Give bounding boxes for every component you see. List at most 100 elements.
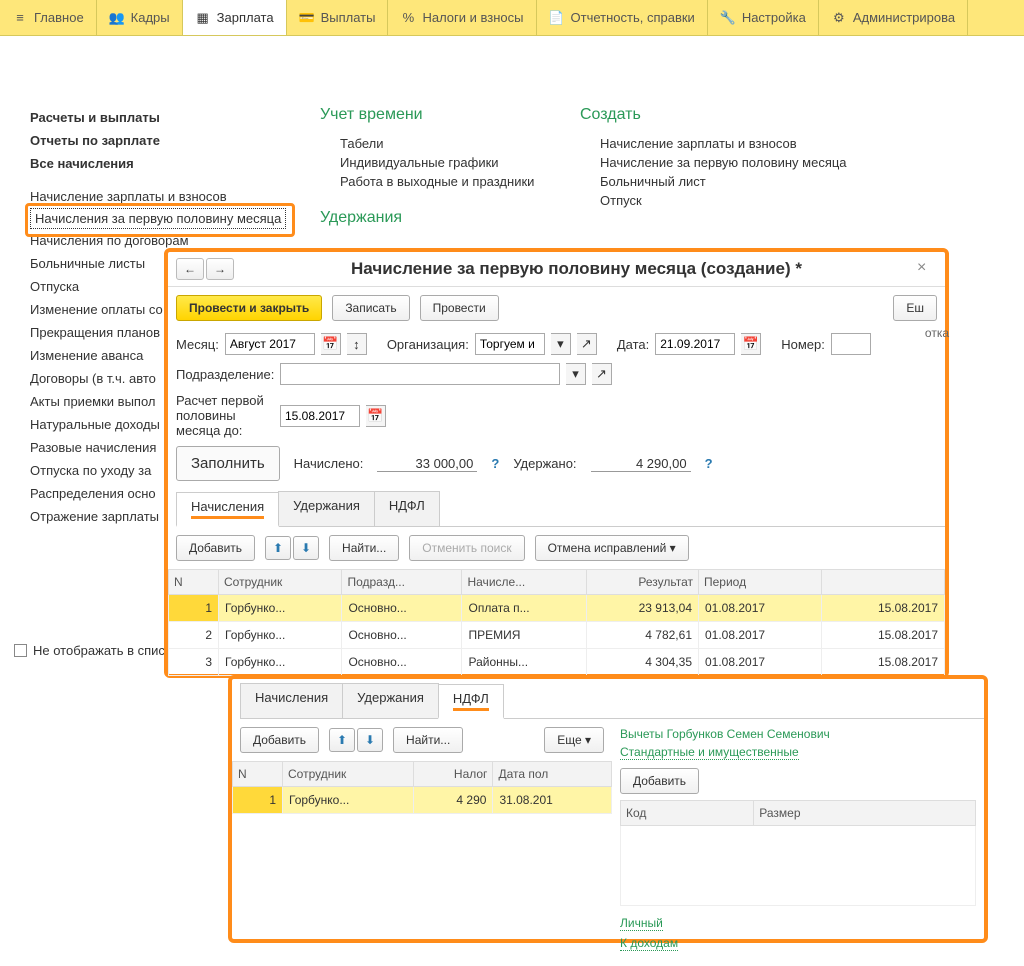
table-row[interactable]: 1 Горбунко... Основно... Оплата п... 23 … (169, 595, 945, 622)
top-nav: ≡Главное 👥Кадры ▦Зарплата 💳Выплаты %Нало… (0, 0, 1024, 36)
checkbox-icon[interactable] (14, 644, 27, 657)
col-result[interactable]: Результат (587, 570, 699, 595)
dropdown-icon[interactable]: ▾ (566, 363, 586, 385)
add-deduction-button[interactable]: Добавить (620, 768, 699, 794)
nav-timesheets[interactable]: Табели (320, 134, 580, 153)
nav-tab-salary[interactable]: ▦Зарплата (183, 0, 287, 35)
nav-calc-pay[interactable]: Расчеты и выплаты (30, 106, 320, 129)
accrued-label: Начислено: (294, 456, 364, 471)
col-employee-2[interactable]: Сотрудник (283, 762, 414, 787)
org-label: Организация: (387, 337, 469, 352)
nav-tab-hr[interactable]: 👥Кадры (97, 0, 183, 35)
section-time-tracking: Учет времени (320, 106, 580, 124)
nav-tab-taxes[interactable]: %Налоги и взносы (388, 0, 536, 35)
gear-icon: ⚙ (831, 10, 847, 26)
col-employee[interactable]: Сотрудник (219, 570, 342, 595)
post-and-close-button[interactable]: Провести и закрыть (176, 295, 322, 321)
calculator-icon: ▦ (195, 10, 211, 26)
accrued-value: 33 000,00 (377, 456, 477, 472)
section-deductions: Удержания (320, 209, 580, 227)
tab-deductions-2[interactable]: Удержания (342, 683, 439, 718)
table-row[interactable]: 1 Горбунко... 4 290 31.08.201 (233, 787, 612, 814)
cancel-corrections-button[interactable]: Отмена исправлений ▾ (535, 535, 689, 561)
move-up-button[interactable]: ⬆ (265, 536, 291, 560)
dialog-title: Начисление за первую половину месяца (со… (236, 259, 917, 279)
nav-create-salary[interactable]: Начисление зарплаты и взносов (580, 134, 940, 153)
more-button[interactable]: Еш (893, 295, 937, 321)
tab-ndfl[interactable]: НДФЛ (374, 491, 440, 526)
col-period[interactable]: Период (699, 570, 822, 595)
post-button[interactable]: Провести (420, 295, 499, 321)
open-icon[interactable]: ↗ (577, 333, 597, 355)
open-icon[interactable]: ↗ (592, 363, 612, 385)
more-button-2[interactable]: Еще ▾ (544, 727, 604, 753)
menu-icon: ≡ (12, 10, 28, 26)
col-pay-date[interactable]: Дата пол (493, 762, 612, 787)
dept-input[interactable] (280, 363, 560, 385)
nav-individual-schedules[interactable]: Индивидуальные графики (320, 153, 580, 172)
col-dept[interactable]: Подразд... (342, 570, 462, 595)
nav-forward-button[interactable]: → (206, 258, 234, 280)
nav-item[interactable]: Начисление зарплаты и взносов (30, 185, 320, 208)
date-input[interactable] (655, 333, 735, 355)
col-code[interactable]: Код (621, 801, 754, 826)
dialog-ndfl-detail: Начисления Удержания НДФЛ Добавить ⬆ ⬇ Н… (228, 675, 988, 943)
spinner-icon[interactable]: ↕ (347, 333, 367, 355)
tab-accruals-2[interactable]: Начисления (240, 683, 343, 718)
tab-deductions[interactable]: Удержания (278, 491, 375, 526)
nav-all-accruals[interactable]: Все начисления (30, 152, 320, 175)
help-icon[interactable]: ? (705, 456, 713, 471)
move-up-button-2[interactable]: ⬆ (329, 728, 355, 752)
section-create: Создать (580, 106, 940, 124)
month-input[interactable] (225, 333, 315, 355)
cancel-search-button[interactable]: Отменить поиск (409, 535, 524, 561)
personal-link[interactable]: Личный (620, 916, 663, 931)
move-down-button[interactable]: ⬇ (293, 536, 319, 560)
nav-create-sick-leave[interactable]: Больничный лист (580, 172, 940, 191)
col-n[interactable]: N (169, 570, 219, 595)
move-down-button-2[interactable]: ⬇ (357, 728, 383, 752)
tab-accruals[interactable]: Начисления (176, 492, 279, 527)
add-button[interactable]: Добавить (176, 535, 255, 561)
table-row[interactable]: 2 Горбунко... Основно... ПРЕМИЯ 4 782,61… (169, 622, 945, 649)
nav-item-first-half[interactable]: Начисления за первую половину месяца (30, 208, 286, 229)
org-input[interactable] (475, 333, 545, 355)
table-row[interactable]: 3 Горбунко... Основно... Районны... 4 30… (169, 649, 945, 676)
calc-until-input[interactable] (280, 405, 360, 427)
calendar-icon[interactable]: 📅 (321, 333, 341, 355)
col-tax[interactable]: Налог (413, 762, 493, 787)
nav-create-vacation[interactable]: Отпуск (580, 191, 940, 210)
hide-in-list-checkbox[interactable]: Не отображать в списк (14, 643, 171, 658)
calendar-icon[interactable]: 📅 (366, 405, 386, 427)
col-end[interactable] (821, 570, 944, 595)
to-income-link[interactable]: К доходам (620, 936, 678, 951)
calendar-icon[interactable]: 📅 (741, 333, 761, 355)
fill-button[interactable]: Заполнить (176, 446, 280, 481)
col-accrual[interactable]: Начисле... (462, 570, 587, 595)
nav-tab-admin[interactable]: ⚙Администрирова (819, 0, 968, 35)
nav-holiday-work[interactable]: Работа в выходные и праздники (320, 172, 580, 191)
col-size[interactable]: Размер (754, 801, 976, 826)
nav-tab-settings[interactable]: 🔧Настройка (708, 0, 819, 35)
number-input[interactable] (831, 333, 871, 355)
deductions-employee-name: Вычеты Горбунков Семен Семенович (620, 727, 976, 741)
tab-ndfl-2[interactable]: НДФЛ (438, 684, 504, 719)
withheld-value: 4 290,00 (591, 456, 691, 472)
find-button-2[interactable]: Найти... (393, 727, 463, 753)
close-button[interactable]: × (917, 259, 937, 279)
add-button-2[interactable]: Добавить (240, 727, 319, 753)
nav-tab-reports[interactable]: 📄Отчетность, справки (537, 0, 708, 35)
nav-reports-salary[interactable]: Отчеты по зарплате (30, 129, 320, 152)
find-button[interactable]: Найти... (329, 535, 399, 561)
col-n-2[interactable]: N (233, 762, 283, 787)
nav-back-button[interactable]: ← (176, 258, 204, 280)
nav-tab-payments[interactable]: 💳Выплаты (287, 0, 389, 35)
withheld-label: Удержано: (513, 456, 576, 471)
wallet-icon: 💳 (299, 10, 315, 26)
nav-create-first-half[interactable]: Начисление за первую половину месяца (580, 153, 940, 172)
help-icon[interactable]: ? (491, 456, 499, 471)
nav-tab-main[interactable]: ≡Главное (0, 0, 97, 35)
dropdown-icon[interactable]: ▾ (551, 333, 571, 355)
save-button[interactable]: Записать (332, 295, 409, 321)
standard-deductions-link[interactable]: Стандартные и имущественные (620, 745, 799, 760)
